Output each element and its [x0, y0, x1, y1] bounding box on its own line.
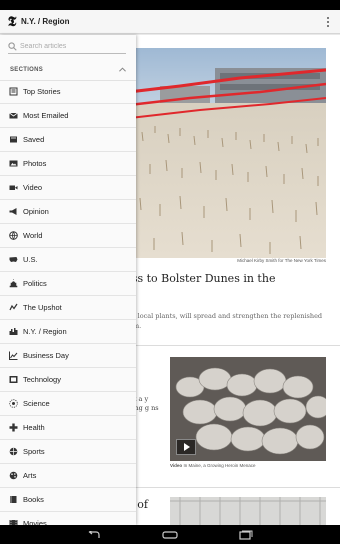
sidebar-item-n-y-region[interactable]: N.Y. / Region [0, 320, 136, 344]
recent-apps-icon[interactable] [238, 530, 254, 540]
sidebar-item-label: N.Y. / Region [23, 327, 67, 336]
search-bar [8, 39, 126, 54]
sidebar-item-world[interactable]: World [0, 224, 136, 248]
section-title: N.Y. / Region [21, 17, 70, 26]
top-stories-icon [9, 87, 18, 96]
video-caption: Video In Maine, a Growing Heroin Menace [170, 463, 256, 468]
sidebar-item-photos[interactable]: Photos [0, 152, 136, 176]
sidebar-item-science[interactable]: Science [0, 392, 136, 416]
sidebar-item-label: Opinion [23, 207, 49, 216]
sidebar-item-label: Video [23, 183, 43, 192]
sidebar-item-label: Photos [23, 159, 47, 168]
book-icon [9, 495, 18, 504]
search-icon [8, 41, 17, 51]
navigation-drawer: SECTIONS Top Stories Most Emailed Saved Pho… [0, 35, 136, 525]
business-chart-icon [9, 351, 18, 360]
sidebar-item-business-day[interactable]: Business Day [0, 344, 136, 368]
sidebar-item-label: Books [23, 495, 44, 504]
sidebar-item-u-s[interactable]: U.S. [0, 248, 136, 272]
system-nav-bar [0, 525, 340, 544]
sidebar-item-label: Top Stories [23, 87, 61, 96]
headline[interactable]: rass to Bolster Dunes in the [120, 271, 330, 287]
sidebar-item-label: Science [23, 399, 50, 408]
sidebar-item-movies[interactable]: Movies [0, 512, 136, 525]
hero-photo[interactable] [120, 48, 326, 258]
arts-palette-icon [9, 471, 18, 480]
sidebar-item-the-upshot[interactable]: The Upshot [0, 296, 136, 320]
video-icon [9, 183, 18, 192]
search-input[interactable] [20, 42, 116, 50]
sidebar-item-sports[interactable]: Sports [0, 440, 136, 464]
video-thumbnail[interactable] [170, 357, 326, 461]
sports-ball-icon [9, 447, 18, 456]
sections-header[interactable]: SECTIONS [0, 60, 136, 81]
sidebar-item-books[interactable]: Books [0, 488, 136, 512]
health-cross-icon [9, 423, 18, 432]
sidebar-item-video[interactable]: Video [0, 176, 136, 200]
sidebar-item-saved[interactable]: Saved [0, 128, 136, 152]
status-bar [0, 0, 340, 10]
sections-label: SECTIONS [10, 67, 44, 73]
section-list: Top Stories Most Emailed Saved Photos Video O… [0, 80, 136, 525]
sidebar-item-opinion[interactable]: Opinion [0, 200, 136, 224]
sidebar-item-label: Sports [23, 447, 45, 456]
sidebar-item-politics[interactable]: Politics [0, 272, 136, 296]
back-icon[interactable] [86, 530, 102, 540]
sidebar-item-label: Politics [23, 279, 47, 288]
sidebar-item-label: Saved [23, 135, 45, 144]
play-icon[interactable] [176, 439, 196, 455]
sidebar-item-label: Health [23, 423, 45, 432]
sidebar-item-label: Technology [23, 375, 61, 384]
sidebar-item-top-stories[interactable]: Top Stories [0, 80, 136, 104]
science-icon [9, 399, 18, 408]
photo-credit: Michael Kirby Smith for The New York Tim… [237, 258, 326, 263]
app-bar: 𝕿 N.Y. / Region [0, 10, 340, 34]
sidebar-item-label: Most Emailed [23, 111, 69, 120]
sidebar-item-arts[interactable]: Arts [0, 464, 136, 488]
globe-icon [9, 231, 18, 240]
sidebar-item-health[interactable]: Health [0, 416, 136, 440]
sidebar-item-label: World [23, 231, 43, 240]
summary: from local plants, will spread and stren… [120, 312, 323, 330]
nyt-logo-icon[interactable]: 𝕿 [6, 14, 18, 30]
megaphone-icon [9, 207, 18, 216]
story-thumbnail[interactable] [170, 497, 326, 525]
mail-icon [9, 111, 18, 120]
ny-region-icon [9, 327, 18, 336]
sidebar-item-technology[interactable]: Technology [0, 368, 136, 392]
technology-icon [9, 375, 18, 384]
overflow-menu-icon[interactable] [327, 17, 330, 27]
saved-icon [9, 135, 18, 144]
photo-icon [9, 159, 18, 168]
sidebar-item-most-emailed[interactable]: Most Emailed [0, 104, 136, 128]
divider [120, 345, 340, 346]
sidebar-item-label: The Upshot [23, 303, 62, 312]
sidebar-item-label: Arts [23, 471, 37, 480]
us-map-icon [9, 255, 18, 264]
divider [120, 487, 340, 488]
upshot-icon [9, 303, 18, 312]
chevron-up-icon[interactable] [119, 67, 126, 72]
sidebar-item-label: U.S. [23, 255, 38, 264]
capitol-icon [9, 279, 18, 288]
home-icon[interactable] [162, 530, 178, 540]
sidebar-item-label: Business Day [23, 351, 69, 360]
